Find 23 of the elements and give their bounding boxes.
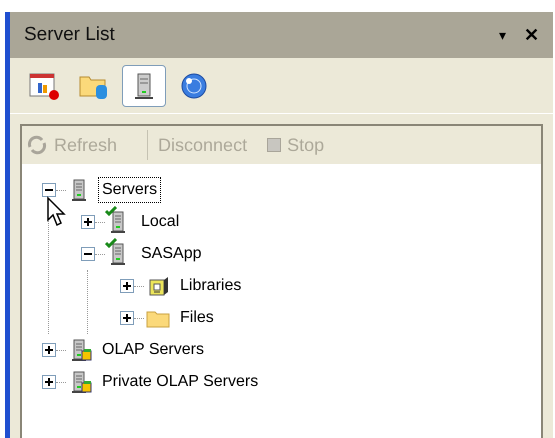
tree-item[interactable]: Files — [176, 305, 218, 331]
tree-item[interactable]: Private OLAP Servers — [98, 369, 262, 395]
mouse-pointer-icon — [46, 196, 68, 228]
tree-item[interactable]: Servers — [98, 177, 162, 203]
tree-item[interactable]: Libraries — [176, 273, 246, 299]
close-button[interactable]: ✕ — [524, 22, 539, 48]
stop-icon — [267, 138, 282, 152]
expand-button[interactable] — [81, 215, 95, 229]
expand-button[interactable] — [120, 311, 134, 325]
tree-item[interactable]: OLAP Servers — [98, 337, 208, 363]
report-icon — [28, 70, 60, 100]
window-title: Server List — [24, 22, 115, 47]
tree-item[interactable]: SASApp — [137, 241, 206, 267]
collapse-button[interactable] — [81, 247, 95, 261]
collapse-button[interactable] — [42, 183, 56, 197]
expand-button[interactable] — [42, 343, 56, 357]
dropdown-button[interactable]: ▾ — [499, 24, 506, 46]
expand-button[interactable] — [42, 375, 56, 389]
expand-button[interactable] — [120, 279, 134, 293]
refresh-icon — [26, 135, 48, 155]
tree-item[interactable]: Local — [137, 209, 184, 235]
server-icon — [132, 70, 156, 100]
view-button[interactable] — [122, 64, 166, 106]
